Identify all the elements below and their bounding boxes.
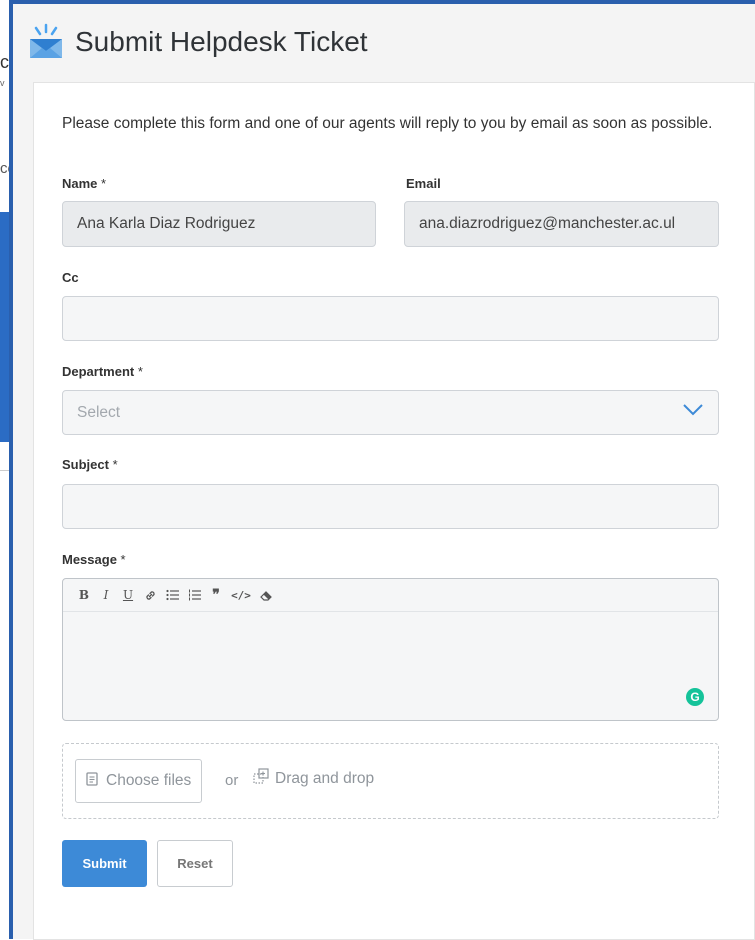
italic-button[interactable]: I	[95, 584, 117, 606]
name-value: Ana Karla Diaz Rodriguez	[77, 215, 256, 232]
required-mark: *	[101, 176, 107, 191]
subject-label-text: Subject	[62, 457, 109, 472]
department-select[interactable]: Select	[62, 390, 719, 435]
subject-field[interactable]	[62, 484, 719, 529]
helpdesk-modal: Submit Helpdesk Ticket Please complete t…	[9, 0, 755, 940]
mail-icon	[27, 23, 65, 61]
department-label-text: Department	[62, 364, 135, 379]
background-subtext-fragment: v	[0, 78, 5, 88]
name-field[interactable]: Ana Karla Diaz Rodriguez	[62, 201, 376, 247]
email-label: Email	[406, 176, 441, 191]
reset-button[interactable]: Reset	[157, 840, 233, 887]
email-field[interactable]: ana.diazrodriguez@manchester.ac.ul	[404, 201, 719, 247]
required-mark: *	[112, 457, 118, 472]
email-value: ana.diazrodriguez@manchester.ac.ul	[419, 215, 676, 232]
chevron-down-icon	[682, 403, 704, 422]
numbered-list-icon[interactable]	[183, 584, 205, 606]
department-placeholder: Select	[77, 403, 121, 421]
choose-files-button[interactable]: Choose files	[75, 759, 203, 803]
choose-files-label: Choose files	[106, 772, 192, 789]
form-intro-text: Please complete this form and one of our…	[62, 115, 713, 132]
department-label: Department *	[62, 364, 143, 379]
subject-label: Subject *	[62, 457, 118, 472]
file-dropzone[interactable]: Choose files or Drag and drop	[62, 743, 719, 819]
grammarly-icon[interactable]: G	[686, 688, 704, 706]
drag-drop-icon	[253, 768, 269, 789]
name-label-text: Name	[62, 176, 98, 191]
quote-icon[interactable]: ❞	[205, 584, 227, 606]
link-icon[interactable]	[139, 584, 161, 606]
required-mark: *	[137, 364, 143, 379]
message-label-text: Message	[62, 552, 117, 567]
cc-label: Cc	[62, 270, 79, 285]
bullet-list-icon[interactable]	[161, 584, 183, 606]
background-text-fragment: c	[0, 52, 9, 72]
message-editor[interactable]: B I U ❞ </> G	[62, 578, 719, 721]
drag-and-drop-hint: Drag and drop	[253, 768, 374, 789]
submit-button[interactable]: Submit	[62, 840, 147, 887]
ticket-form: Please complete this form and one of our…	[33, 82, 755, 940]
message-label: Message *	[62, 552, 126, 567]
eraser-icon[interactable]	[255, 584, 277, 606]
file-icon	[86, 771, 98, 791]
modal-header: Submit Helpdesk Ticket	[27, 18, 368, 66]
cc-field[interactable]	[62, 296, 719, 341]
or-text: or	[225, 772, 239, 789]
name-label: Name *	[62, 176, 106, 191]
editor-toolbar: B I U ❞ </>	[63, 579, 718, 612]
drag-and-drop-label: Drag and drop	[275, 769, 375, 787]
required-mark: *	[120, 552, 126, 567]
bold-button[interactable]: B	[73, 584, 95, 606]
modal-title: Submit Helpdesk Ticket	[75, 26, 368, 57]
underline-button[interactable]: U	[117, 584, 139, 606]
code-button[interactable]: </>	[227, 584, 255, 606]
